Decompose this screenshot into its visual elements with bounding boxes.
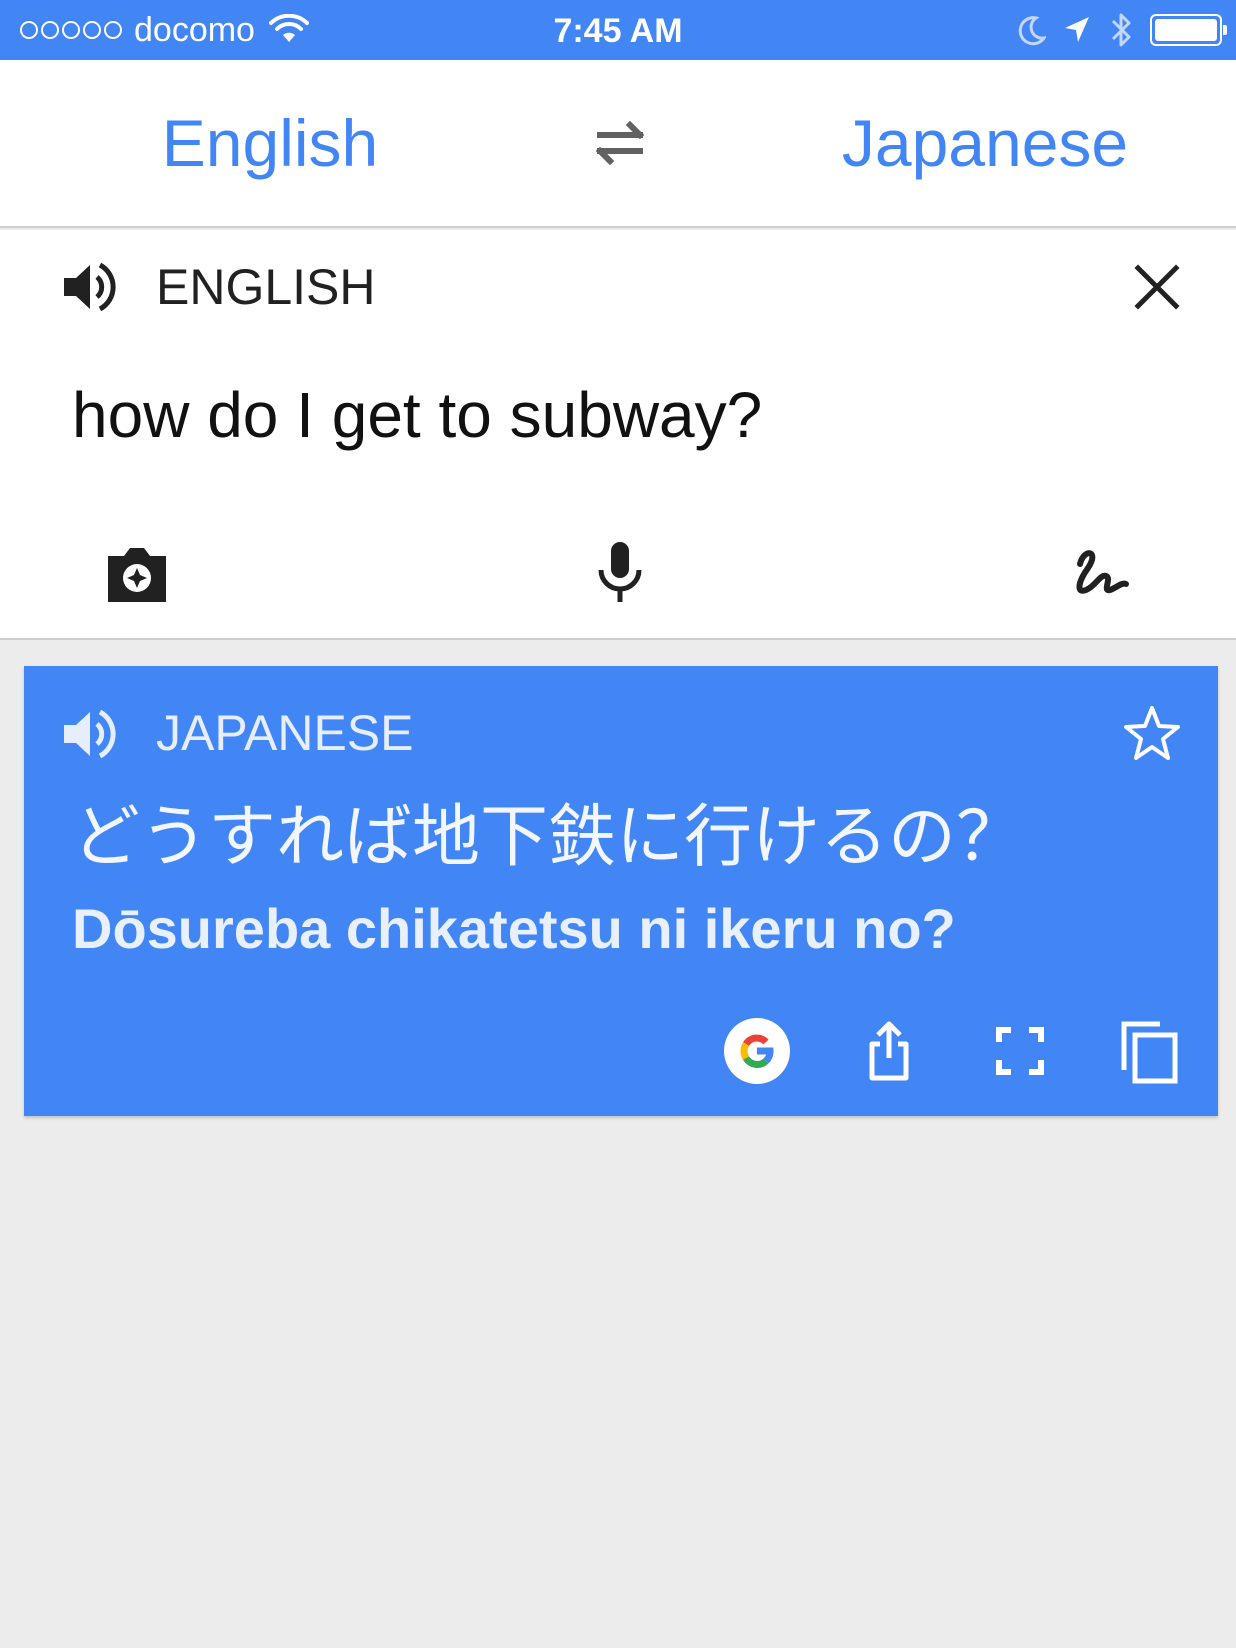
language-bar: English Japanese: [0, 60, 1236, 228]
microphone-icon[interactable]: [585, 538, 655, 608]
source-language-button[interactable]: English: [90, 60, 450, 226]
close-icon[interactable]: [1134, 264, 1180, 310]
battery-icon: [1150, 14, 1227, 46]
status-bar: docomo 7:45 AM: [0, 0, 1236, 60]
copy-icon[interactable]: [1114, 1016, 1184, 1086]
google-search-icon[interactable]: [722, 1016, 792, 1086]
speaker-icon[interactable]: [60, 257, 120, 317]
result-language-label: JAPANESE: [156, 705, 414, 761]
status-right: [1016, 0, 1227, 60]
star-icon[interactable]: [1120, 702, 1184, 766]
romanization-text: Dōsureba chikatetsu ni ikeru no?: [72, 897, 956, 960]
battery-fill: [1155, 19, 1217, 41]
handwriting-icon[interactable]: [1066, 538, 1136, 608]
translation-text[interactable]: どうすれば地下鉄に行けるの？: [72, 788, 1024, 888]
share-icon[interactable]: [854, 1016, 924, 1086]
camera-icon[interactable]: [102, 538, 172, 608]
location-arrow-icon: [1065, 17, 1089, 42]
result-card: JAPANESE どうすれば地下鉄に行けるの？ Dōsureba chikate…: [24, 666, 1218, 1116]
moon-icon: [1018, 16, 1046, 46]
input-text-field[interactable]: how do I get to subway?: [72, 370, 762, 460]
swap-arrows-icon[interactable]: [590, 115, 650, 171]
fullscreen-icon[interactable]: [985, 1016, 1055, 1086]
speaker-icon[interactable]: [60, 704, 120, 764]
input-language-label: ENGLISH: [156, 259, 376, 315]
bluetooth-icon: [1111, 13, 1131, 47]
target-language-button[interactable]: Japanese: [790, 60, 1180, 226]
input-card: ENGLISH how do I get to subway?: [0, 230, 1236, 640]
